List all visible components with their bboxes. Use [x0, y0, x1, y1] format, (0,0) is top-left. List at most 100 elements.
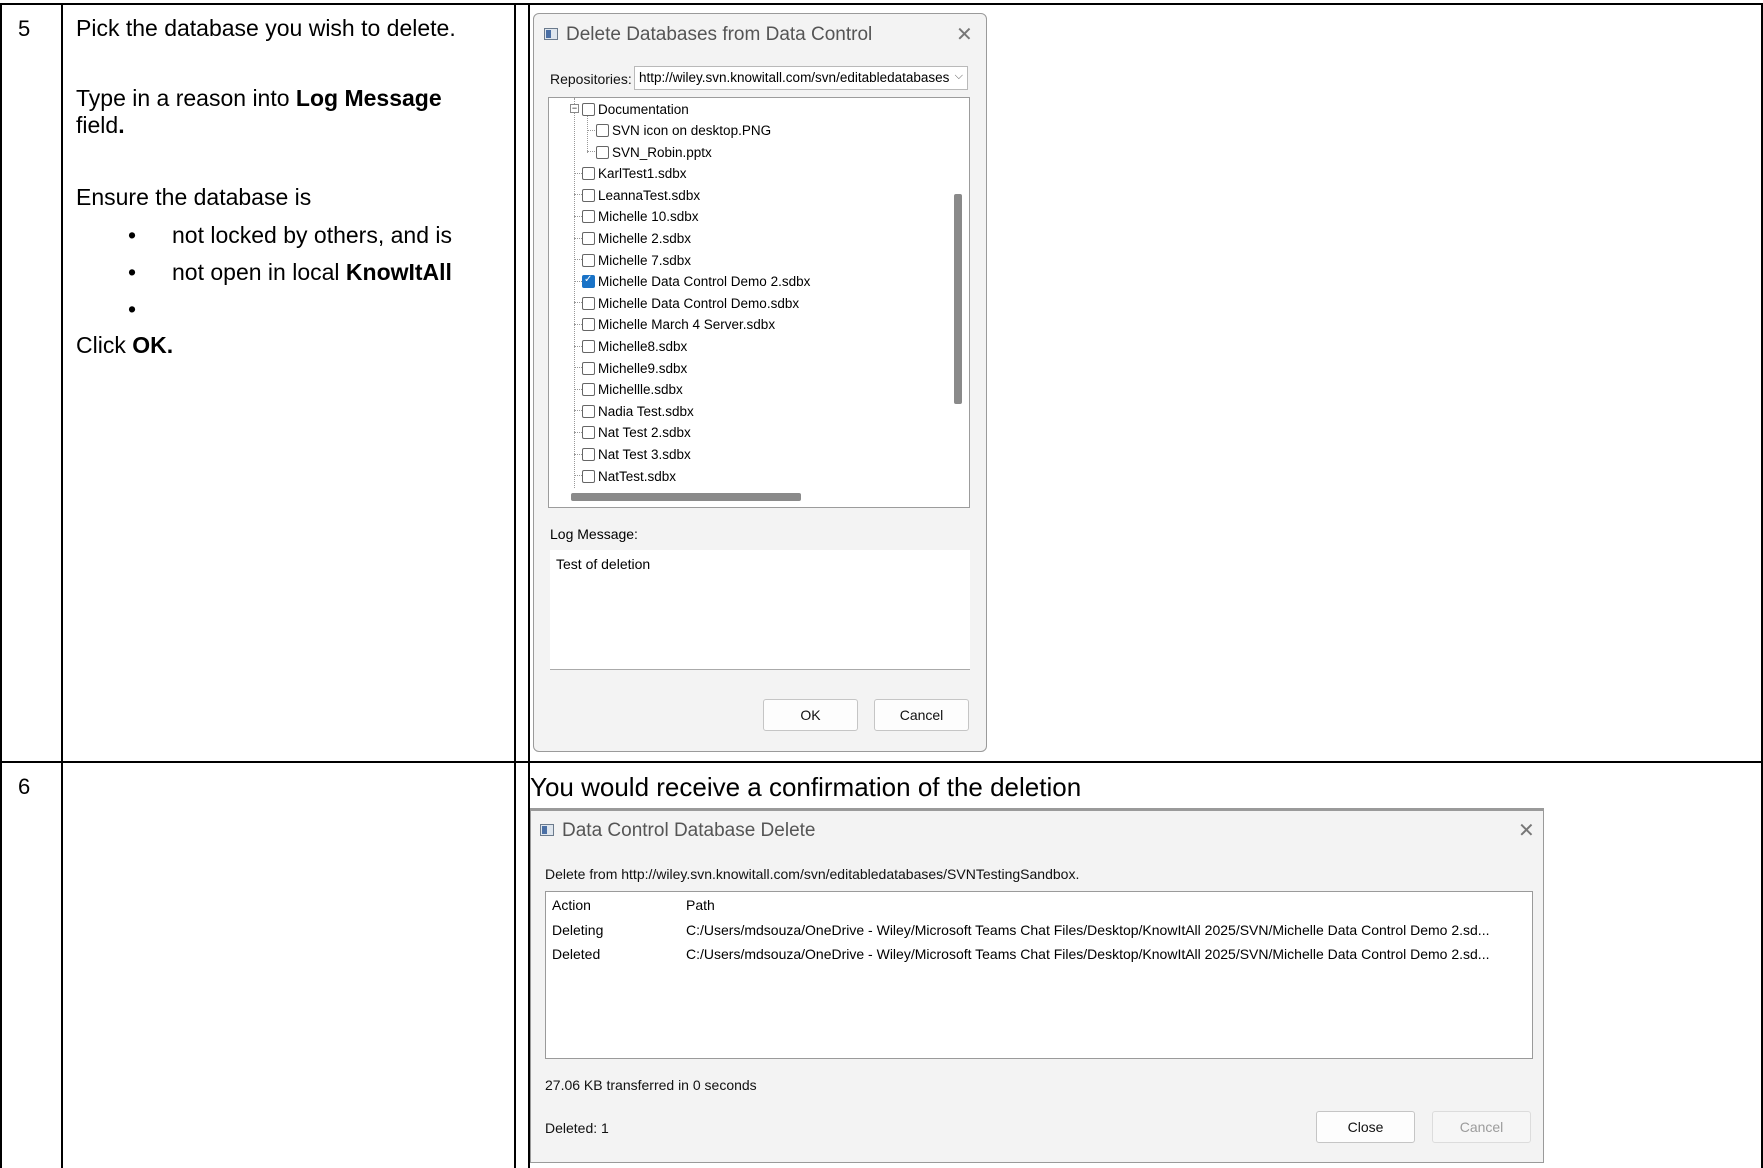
tree-item-label: KarlTest1.sdbx	[598, 166, 687, 181]
repositories-value: http://wiley.svn.knowitall.com/svn/edita…	[639, 70, 950, 85]
tree-item[interactable]: LeannaTest.sdbx	[582, 185, 700, 206]
tree-item-label: SVN_Robin.pptx	[612, 145, 712, 160]
checkbox[interactable]	[596, 124, 609, 137]
instruction-log-message: Type in a reason into Log Message field.	[76, 85, 496, 139]
tree-connector	[574, 173, 582, 174]
close-button[interactable]: Close	[1316, 1111, 1415, 1143]
dialog-title: Delete Databases from Data Control	[566, 24, 873, 45]
checkbox[interactable]	[596, 146, 609, 159]
checkbox[interactable]	[582, 405, 595, 418]
tree-item-label: NatTest.sdbx	[598, 469, 677, 484]
tree-item[interactable]: Nadia Test.sdbx	[582, 401, 694, 422]
tree-item-label: Nadia Test.sdbx	[598, 404, 694, 419]
tree-item[interactable]: Michelle 7.sdbx	[582, 250, 691, 271]
checkbox[interactable]	[582, 426, 595, 439]
repositories-dropdown[interactable]: http://wiley.svn.knowitall.com/svn/edita…	[634, 66, 968, 90]
instruction-text: field	[76, 112, 119, 138]
tree-item[interactable]: Michelle March 4 Server.sdbx	[582, 314, 775, 335]
tree-item-label: Michelle8.sdbx	[598, 339, 688, 354]
checkbox[interactable]	[582, 470, 595, 483]
column-header-action[interactable]: Action	[552, 897, 591, 913]
transfer-status: 27.06 KB transferred in 0 seconds	[545, 1077, 757, 1093]
table-border-left	[0, 3, 2, 1168]
cancel-button[interactable]: Cancel	[874, 699, 969, 731]
tree-item[interactable]: Michellle.sdbx	[582, 379, 683, 400]
checkbox[interactable]	[582, 232, 595, 245]
row-path: C:/Users/mdsouza/OneDrive - Wiley/Micros…	[686, 946, 1490, 962]
checkbox[interactable]	[582, 383, 595, 396]
ok-button[interactable]: OK	[763, 699, 858, 731]
collapse-icon[interactable]: −	[570, 104, 579, 113]
instruction-period: .	[118, 112, 125, 138]
tree-item-label: Documentation	[598, 102, 689, 117]
tree-item[interactable]: SVN_Robin.pptx	[596, 142, 712, 163]
checkbox[interactable]	[582, 167, 595, 180]
tree-item-label: Michelle 2.sdbx	[598, 231, 692, 246]
instruction-text: Type in a reason into	[76, 85, 296, 111]
column-header-path[interactable]: Path	[686, 897, 715, 913]
tree-connector	[574, 432, 582, 433]
tree-item[interactable]: NatTest.sdbx	[582, 466, 676, 487]
cancel-button[interactable]: Cancel	[1432, 1111, 1531, 1143]
bullet-marker: •	[128, 296, 137, 322]
vertical-scrollbar[interactable]	[954, 194, 962, 404]
checkbox-checked[interactable]	[582, 274, 595, 288]
tree-item[interactable]: Nat Test 3.sdbx	[582, 444, 691, 465]
checkbox[interactable]	[582, 254, 595, 267]
row-action: Deleting	[552, 922, 604, 938]
checkbox[interactable]	[582, 340, 595, 353]
tree-item-documentation[interactable]: Documentation	[582, 99, 689, 120]
log-message-field[interactable]: Test of deletion	[550, 550, 970, 670]
tree-item[interactable]: Michelle 2.sdbx	[582, 228, 691, 249]
close-icon[interactable]: ✕	[956, 22, 973, 47]
checkbox[interactable]	[582, 210, 595, 223]
tree-item-label: Michelle Data Control Demo.sdbx	[598, 296, 800, 311]
step-number: 6	[18, 774, 31, 799]
log-message-bold: Log Message	[295, 85, 442, 111]
bullet-text: not open in local	[172, 259, 346, 285]
deleted-count: Deleted: 1	[545, 1120, 609, 1136]
tree-item[interactable]: SVN icon on desktop.PNG	[596, 120, 771, 141]
tree-item-label: Michellle.sdbx	[598, 382, 683, 397]
tree-item[interactable]: Michelle8.sdbx	[582, 336, 687, 357]
tree-item[interactable]: Michelle Data Control Demo.sdbx	[582, 293, 799, 314]
checkbox[interactable]	[582, 189, 595, 202]
checkbox[interactable]	[582, 297, 595, 310]
tree-item-label: Nat Test 2.sdbx	[598, 425, 691, 440]
tree-item[interactable]: Michelle 10.sdbx	[582, 206, 699, 227]
tree-item-selected[interactable]: Michelle Data Control Demo 2.sdbx	[582, 271, 810, 292]
tree-item-label: Michelle9.sdbx	[598, 361, 688, 376]
tree-connector	[574, 410, 582, 411]
tree-connector	[574, 98, 575, 488]
tree-connector	[574, 194, 582, 195]
tree-item-label: Michelle Data Control Demo 2.sdbx	[598, 274, 811, 289]
table-col-divider-2	[514, 3, 516, 1168]
tree-connector	[574, 281, 582, 282]
delete-from-text: Delete from http://wiley.svn.knowitall.c…	[545, 866, 1080, 882]
database-tree[interactable]: − Documentation SVN icon on desktop.PNG …	[548, 97, 970, 508]
tree-item[interactable]: KarlTest1.sdbx	[582, 163, 687, 184]
tree-connector	[574, 475, 582, 476]
deletion-log-list[interactable]: Action Path Deleting C:/Users/mdsouza/On…	[545, 891, 1533, 1059]
instruction-click-ok: Click OK.	[76, 332, 173, 359]
knowitall-bold: KnowItAll	[345, 259, 452, 285]
row-action: Deleted	[552, 946, 601, 962]
close-icon[interactable]: ✕	[1518, 818, 1535, 843]
bullet-not-locked: not locked by others, and is	[172, 222, 452, 248]
tree-item[interactable]: Michelle9.sdbx	[582, 358, 687, 379]
step-number: 5	[18, 16, 31, 41]
tree-connector	[574, 259, 582, 260]
checkbox[interactable]	[582, 362, 595, 375]
tree-item-label: Michelle March 4 Server.sdbx	[598, 317, 776, 332]
checkbox[interactable]	[582, 448, 595, 461]
app-icon	[540, 824, 554, 836]
tree-connector	[574, 302, 582, 303]
checkbox[interactable]	[582, 103, 595, 116]
dialog-title: Data Control Database Delete	[562, 820, 816, 841]
app-icon	[544, 28, 558, 40]
tree-connector	[574, 324, 582, 325]
bullet-marker: •	[128, 259, 137, 285]
tree-item[interactable]: Nat Test 2.sdbx	[582, 422, 691, 443]
checkbox[interactable]	[582, 318, 595, 331]
horizontal-scrollbar[interactable]	[571, 493, 801, 501]
